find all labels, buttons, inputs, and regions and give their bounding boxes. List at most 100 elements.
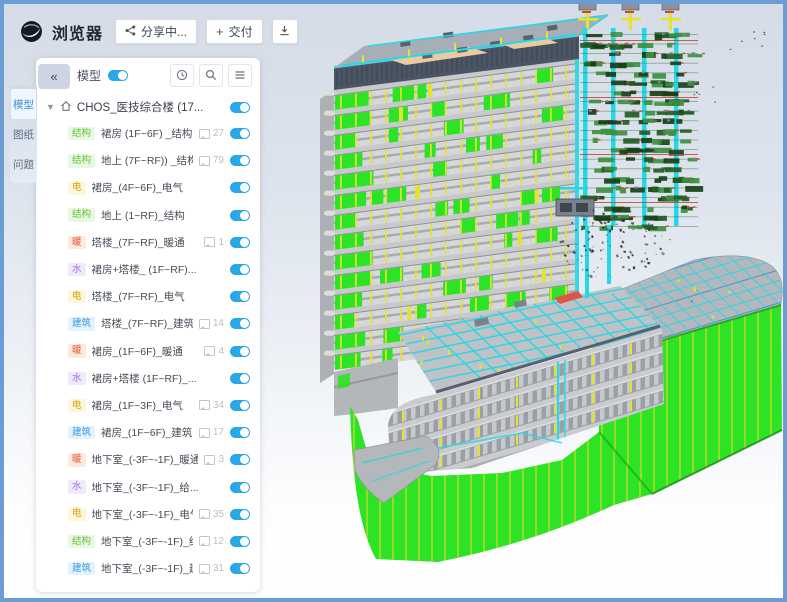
tree-item-row[interactable]: 电 裙房_(1F~3F)_电气 34 <box>46 392 250 419</box>
drawing-count-badge: 35 <box>199 509 224 520</box>
discipline-tag: 结构 <box>68 535 95 549</box>
discipline-tag: 暖 <box>68 236 86 250</box>
share-button-label: 分享中... <box>141 23 187 40</box>
drawing-icon <box>199 536 210 546</box>
drawing-icon <box>199 156 210 166</box>
model-panel-header: « 模型 <box>36 58 260 92</box>
tree-item-label: 地上 (7F~RF)) _结构... <box>101 153 193 168</box>
menu-icon[interactable] <box>228 64 252 87</box>
tree-item-label: 裙房_(1F~6F)_暖通 <box>92 344 199 359</box>
discipline-tag: 结构 <box>68 208 95 222</box>
drawing-count-badge: 4 <box>204 346 224 357</box>
tree-item-row[interactable]: 暖 裙房_(1F~6F)_暖通 4 <box>46 338 250 365</box>
drawing-icon <box>204 237 215 247</box>
tree-item-label: 裙房_(1F~3F)_电气 <box>92 398 193 413</box>
tree-item-row[interactable]: 水 裙房+塔楼 (1F~RF)_... <box>46 365 250 392</box>
drawing-count-badge: 14 <box>199 318 224 329</box>
visibility-toggle[interactable] <box>230 427 250 438</box>
drawing-icon <box>199 400 210 410</box>
tree-item-label: 地上 (1~RF)_结构 <box>101 208 204 223</box>
drawing-count-badge: 34 <box>199 400 224 411</box>
drawing-icon <box>199 509 210 519</box>
visibility-toggle[interactable] <box>230 373 250 384</box>
drawing-count: 12 <box>213 536 224 547</box>
tree-item-row[interactable]: 电 塔楼_(7F~RF)_电气 <box>46 283 250 310</box>
tree-item-row[interactable]: 电 裙房_(4F~6F)_电气 <box>46 174 250 201</box>
sidebar-tabstrip: 模型 图纸 问题 <box>10 86 37 183</box>
collapse-sidebar-button[interactable]: « <box>38 64 70 89</box>
visibility-toggle[interactable] <box>230 454 250 465</box>
tree-item-row[interactable]: 结构 裙房 (1F~6F) _结构... 27 <box>46 120 250 147</box>
chevron-down-icon[interactable]: ▼ <box>46 102 55 112</box>
visibility-toggle[interactable] <box>230 128 250 139</box>
drawing-count: 3 <box>218 454 224 465</box>
drawing-count-badge: 27 <box>199 128 224 139</box>
history-icon[interactable] <box>170 64 194 87</box>
share-button[interactable]: 分享中... <box>115 19 197 44</box>
tree-item-label: 地下室_(-3F~-1F)_暖通 <box>92 452 199 467</box>
discipline-tag: 电 <box>68 507 86 521</box>
visibility-toggle[interactable] <box>230 318 250 329</box>
visibility-toggle[interactable] <box>230 536 250 547</box>
visibility-toggle[interactable] <box>230 182 250 193</box>
search-icon[interactable] <box>199 64 223 87</box>
tree-root-row[interactable]: ▼ CHOS_医技综合楼 (17... <box>46 94 250 120</box>
drawing-count-badge: 3 <box>204 454 224 465</box>
tree-item-row[interactable]: 建筑 裙房_(1F~6F)_建筑 17 <box>46 419 250 446</box>
tree-item-label: 裙房_(4F~6F)_电气 <box>92 180 204 195</box>
tab-drawings[interactable]: 图纸 <box>10 119 37 149</box>
drawing-count-badge: 79 <box>199 155 224 166</box>
tree-item-row[interactable]: 结构 地上 (7F~RF)) _结构... 79 <box>46 147 250 174</box>
panel-title: 模型 <box>77 67 101 84</box>
tree-item-row[interactable]: 结构 地下室_(-3F~-1F)_结构 12 <box>46 528 250 555</box>
visibility-toggle[interactable] <box>230 210 250 221</box>
download-button[interactable] <box>272 19 298 44</box>
tree-item-label: 地下室_(-3F~-1F)_建筑 <box>101 561 193 576</box>
drawing-icon <box>204 346 215 356</box>
drawing-count-badge: 12 <box>199 536 224 547</box>
discipline-tag: 结构 <box>68 127 95 141</box>
tree-item-label: 裙房+塔楼_ (1F~RF)... <box>92 262 204 277</box>
app-logo <box>20 20 43 43</box>
tree-item-label: 塔楼_(7F~RF)_暖通 <box>92 235 199 250</box>
model-tree-items: 结构 裙房 (1F~6F) _结构... 27 结构 地上 (7F~RF)) _… <box>46 120 250 582</box>
visibility-toggle[interactable] <box>230 237 250 248</box>
visibility-toggle[interactable] <box>230 155 250 166</box>
discipline-tag: 电 <box>68 290 86 304</box>
model-master-toggle[interactable] <box>108 70 128 81</box>
root-visibility-toggle[interactable] <box>230 102 250 113</box>
tree-item-row[interactable]: 结构 地上 (1~RF)_结构 <box>46 202 250 229</box>
tree-item-row[interactable]: 水 地下室_(-3F~-1F)_给... <box>46 473 250 500</box>
tree-item-row[interactable]: 暖 塔楼_(7F~RF)_暖通 1 <box>46 229 250 256</box>
tree-root-label: CHOS_医技综合楼 (17... <box>77 99 225 115</box>
tree-item-row[interactable]: 暖 地下室_(-3F~-1F)_暖通 3 <box>46 446 250 473</box>
drawing-count: 31 <box>213 563 224 574</box>
tab-model[interactable]: 模型 <box>11 89 36 119</box>
visibility-toggle[interactable] <box>230 482 250 493</box>
tree-item-row[interactable]: 电 地下室_(-3F~-1F)_电气 35 <box>46 501 250 528</box>
visibility-toggle[interactable] <box>230 563 250 574</box>
tree-item-label: 地下室_(-3F~-1F)_给... <box>92 480 204 495</box>
visibility-toggle[interactable] <box>230 346 250 357</box>
page-title: 浏览器 <box>52 20 103 44</box>
discipline-tag: 结构 <box>68 154 95 168</box>
tree-item-row[interactable]: 建筑 地下室_(-3F~-1F)_建筑 31 <box>46 555 250 582</box>
drawing-count: 79 <box>213 155 224 166</box>
deliver-button[interactable]: + 交付 <box>206 19 263 44</box>
drawing-count-badge: 1 <box>204 237 224 248</box>
visibility-toggle[interactable] <box>230 264 250 275</box>
visibility-toggle[interactable] <box>230 291 250 302</box>
drawing-icon <box>204 455 215 465</box>
visibility-toggle[interactable] <box>230 509 250 520</box>
tab-issues[interactable]: 问题 <box>10 149 37 179</box>
app-window: 浏览器 分享中... + 交付 模型 图纸 问题 « 模型 <box>0 0 787 602</box>
tree-item-label: 地下室_(-3F~-1F)_电气 <box>92 507 193 522</box>
tree-item-row[interactable]: 建筑 塔楼_(7F~RF)_建筑 14 <box>46 310 250 337</box>
drawing-icon <box>199 564 210 574</box>
tree-item-row[interactable]: 水 裙房+塔楼_ (1F~RF)... <box>46 256 250 283</box>
top-toolbar: 浏览器 分享中... + 交付 <box>20 19 298 44</box>
drawing-count-badge: 31 <box>199 563 224 574</box>
discipline-tag: 暖 <box>68 453 86 467</box>
discipline-tag: 电 <box>68 181 86 195</box>
visibility-toggle[interactable] <box>230 400 250 411</box>
